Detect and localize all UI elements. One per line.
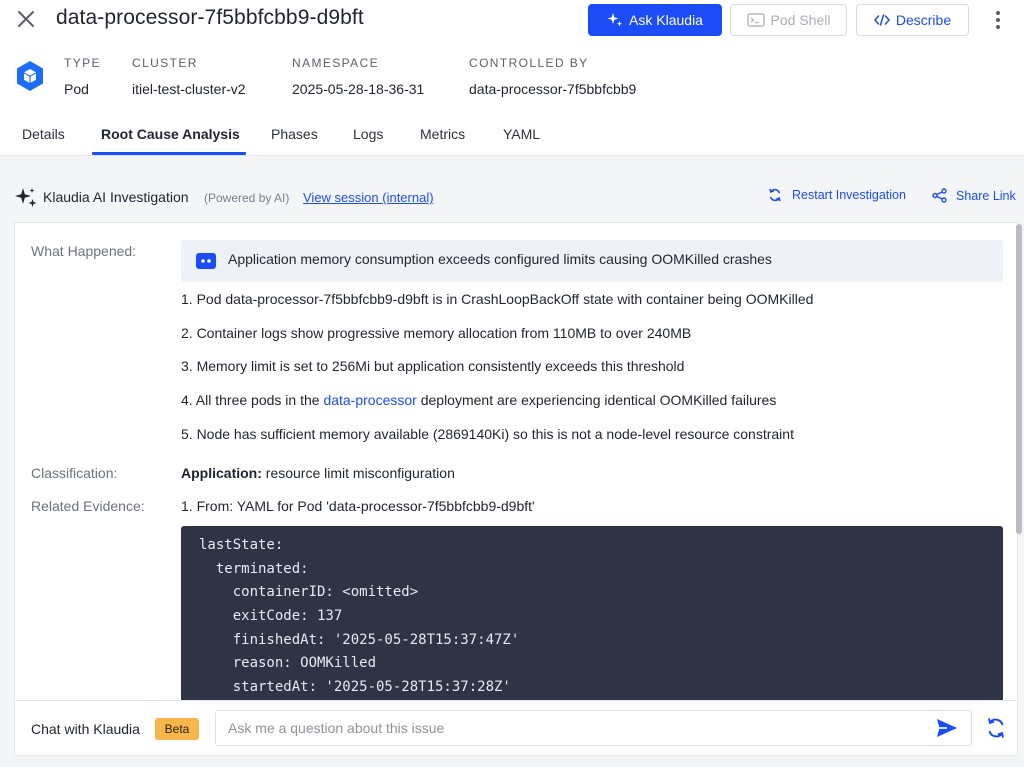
scrollbar[interactable] [1016, 224, 1022, 534]
related-evidence-label: Related Evidence: [31, 498, 145, 514]
terminal-icon [746, 13, 765, 27]
meta-namespace-label: NAMESPACE [292, 56, 380, 70]
describe-button[interactable]: Describe [856, 4, 969, 36]
list-item: 1. Pod data-processor-7f5bbfcbb9-d9bft i… [181, 291, 814, 307]
evidence-title: 1. From: YAML for Pod 'data-processor-7f… [181, 498, 535, 514]
tab-phases[interactable]: Phases [271, 126, 318, 142]
rca-content: Klaudia AI Investigation (Powered by AI)… [0, 156, 1024, 767]
step-4-prefix: 4. All three pods in the [181, 392, 324, 408]
code-line: containerID: <omitted> [199, 584, 419, 601]
meta-type: TYPE Pod [64, 56, 101, 97]
meta-namespace: NAMESPACE 2025-05-28-18-36-31 [292, 56, 424, 97]
code-line: finishedAt: '2025-05-28T15:37:47Z' [199, 631, 520, 648]
send-icon[interactable] [935, 717, 959, 739]
classification-label: Classification: [31, 465, 118, 481]
ask-klaudia-label: Ask Klaudia [629, 12, 703, 28]
list-item: 5. Node has sufficient memory available … [181, 426, 794, 442]
close-icon [18, 11, 34, 27]
summary-box: Application memory consumption exceeds c… [181, 240, 1003, 282]
step-4-suffix: deployment are experiencing identical OO… [416, 392, 777, 408]
ask-klaudia-button[interactable]: Ask Klaudia [588, 4, 722, 36]
meta-namespace-value: 2025-05-28-18-36-31 [292, 81, 425, 97]
meta-cluster-label: CLUSTER [132, 56, 198, 70]
classification-value: Application: resource limit misconfigura… [181, 465, 455, 481]
share-link-button[interactable]: Share Link [932, 188, 1016, 203]
refresh-icon [769, 188, 781, 202]
chat-bar: Chat with Klaudia Beta [14, 700, 1018, 756]
tab-root-cause-analysis[interactable]: Root Cause Analysis [101, 126, 240, 142]
code-line: lastState: [199, 537, 284, 553]
meta-controlled-label: CONTROLLED BY [469, 56, 589, 70]
restart-investigation-label: Restart Investigation [792, 188, 906, 202]
code-line: startedAt: '2025-05-28T15:37:28Z' [199, 679, 511, 696]
investigation-header: Klaudia AI Investigation (Powered by AI)… [0, 156, 1024, 222]
classification-key: Application: [181, 465, 262, 481]
restart-investigation-button[interactable]: Restart Investigation [768, 188, 906, 202]
tab-metrics[interactable]: Metrics [420, 126, 465, 142]
reset-chat-icon[interactable] [985, 717, 1007, 739]
tab-bar: Details Root Cause Analysis Phases Logs … [0, 114, 1024, 156]
list-item: 3. Memory limit is set to 256Mi but appl… [181, 358, 685, 374]
view-session-link[interactable]: View session (internal) [303, 190, 434, 205]
active-tab-indicator [92, 152, 246, 155]
code-line: exitCode: 137 [199, 608, 343, 625]
data-processor-link[interactable]: data-processor [323, 392, 416, 408]
summary-text: Application memory consumption exceeds c… [228, 251, 772, 267]
code-line: reason: OOMKilled [199, 655, 377, 672]
meta-controlled-by: CONTROLLED BY data-processor-7f5bbfcbb9 [469, 56, 636, 97]
page-header: data-processor-7f5bbfcbb9-d9bft Ask Klau… [0, 0, 1024, 40]
investigation-subtitle: (Powered by AI) [204, 191, 290, 205]
code-line: terminated: [199, 560, 309, 577]
what-happened-label: What Happened: [31, 243, 137, 259]
meta-cluster: CLUSTER itiel-test-cluster-v2 [132, 56, 246, 97]
close-button[interactable] [14, 7, 38, 31]
robot-icon [196, 253, 216, 269]
pod-shell-button[interactable]: Pod Shell [730, 4, 847, 36]
pod-cube-icon [17, 61, 43, 91]
analysis-card: What Happened: Application memory consum… [14, 222, 1018, 700]
beta-badge: Beta [155, 718, 199, 740]
investigation-title: Klaudia AI Investigation [43, 189, 189, 205]
page-title: data-processor-7f5bbfcbb9-d9bft [56, 6, 364, 29]
chat-label: Chat with Klaudia [31, 721, 140, 737]
pod-shell-label: Pod Shell [770, 12, 831, 28]
share-icon [932, 188, 947, 203]
meta-cluster-value: itiel-test-cluster-v2 [132, 81, 246, 97]
ai-sparkle-icon [15, 188, 37, 207]
share-link-label: Share Link [956, 188, 1016, 203]
list-item: 4. All three pods in the data-processor … [181, 392, 776, 408]
tab-logs[interactable]: Logs [353, 126, 383, 142]
tab-details[interactable]: Details [22, 126, 65, 142]
classification-text: resource limit misconfiguration [261, 465, 455, 481]
yaml-code-block: lastState: terminated: containerID: <omi… [181, 526, 1003, 700]
list-item: 2. Container logs show progressive memor… [181, 325, 692, 341]
chat-input[interactable] [215, 710, 972, 746]
meta-controlled-value: data-processor-7f5bbfcbb9 [469, 81, 637, 97]
code-icon [873, 14, 890, 26]
meta-type-value: Pod [64, 81, 89, 97]
more-options-icon[interactable] [986, 8, 1010, 32]
describe-label: Describe [895, 12, 952, 28]
meta-type-label: TYPE [64, 56, 101, 70]
sparkle-icon [607, 13, 623, 27]
tab-yaml[interactable]: YAML [503, 126, 540, 142]
